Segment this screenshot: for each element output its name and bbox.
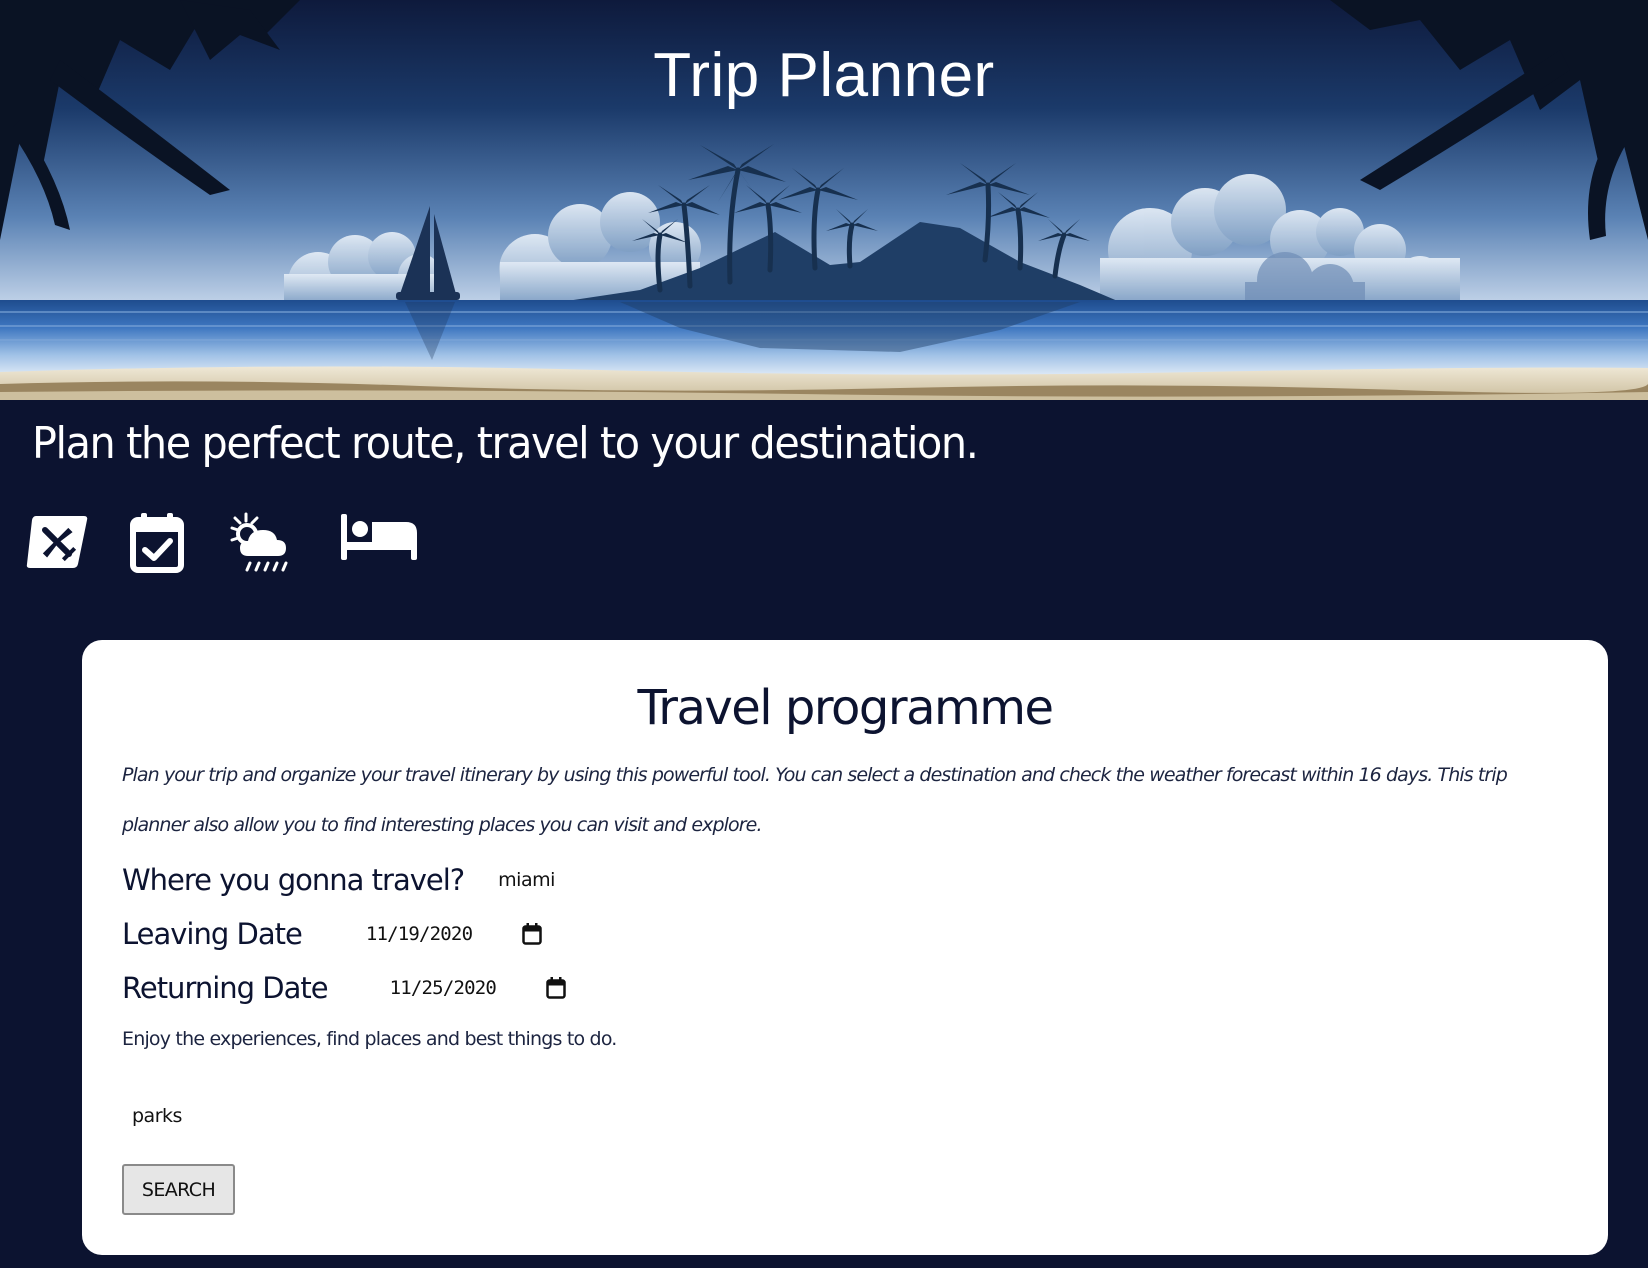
- leaving-date-label: Leaving Date: [122, 917, 303, 951]
- destination-row: Where you gonna travel?: [122, 860, 719, 900]
- returning-date-value: 11/25/2020: [389, 977, 497, 999]
- search-button[interactable]: SEARCH: [122, 1164, 235, 1215]
- returning-date-input[interactable]: 11/25/2020: [390, 973, 566, 1003]
- travel-programme-card: Travel programme Plan your trip and orga…: [82, 640, 1608, 1255]
- card-title: Travel programme: [637, 680, 1054, 736]
- calendar-picker-icon[interactable]: [546, 977, 566, 999]
- leaving-date-row: Leaving Date 11/19/2020: [122, 914, 542, 954]
- calendar-check-icon: [130, 513, 184, 573]
- flight-icon: [26, 516, 88, 568]
- app-title: Trip Planner: [653, 41, 995, 110]
- leaving-date-input[interactable]: 11/19/2020: [366, 919, 542, 949]
- hotel-bed-icon: [341, 514, 417, 560]
- returning-date-row: Returning Date 11/25/2020: [122, 968, 566, 1008]
- destination-input[interactable]: [498, 865, 719, 895]
- interest-input[interactable]: [132, 1100, 432, 1132]
- tagline: Plan the perfect route, travel to your d…: [32, 418, 979, 469]
- destination-label: Where you gonna travel?: [122, 863, 465, 897]
- hero-banner: Trip Planner: [0, 0, 1648, 400]
- weather-icon: [230, 512, 288, 572]
- card-description: Plan your trip and organize your travel …: [122, 764, 1508, 836]
- calendar-picker-icon[interactable]: [522, 923, 542, 945]
- leaving-date-value: 11/19/2020: [365, 923, 473, 945]
- returning-date-label: Returning Date: [122, 971, 329, 1005]
- experiences-hint: Enjoy the experiences, find places and b…: [122, 1028, 617, 1050]
